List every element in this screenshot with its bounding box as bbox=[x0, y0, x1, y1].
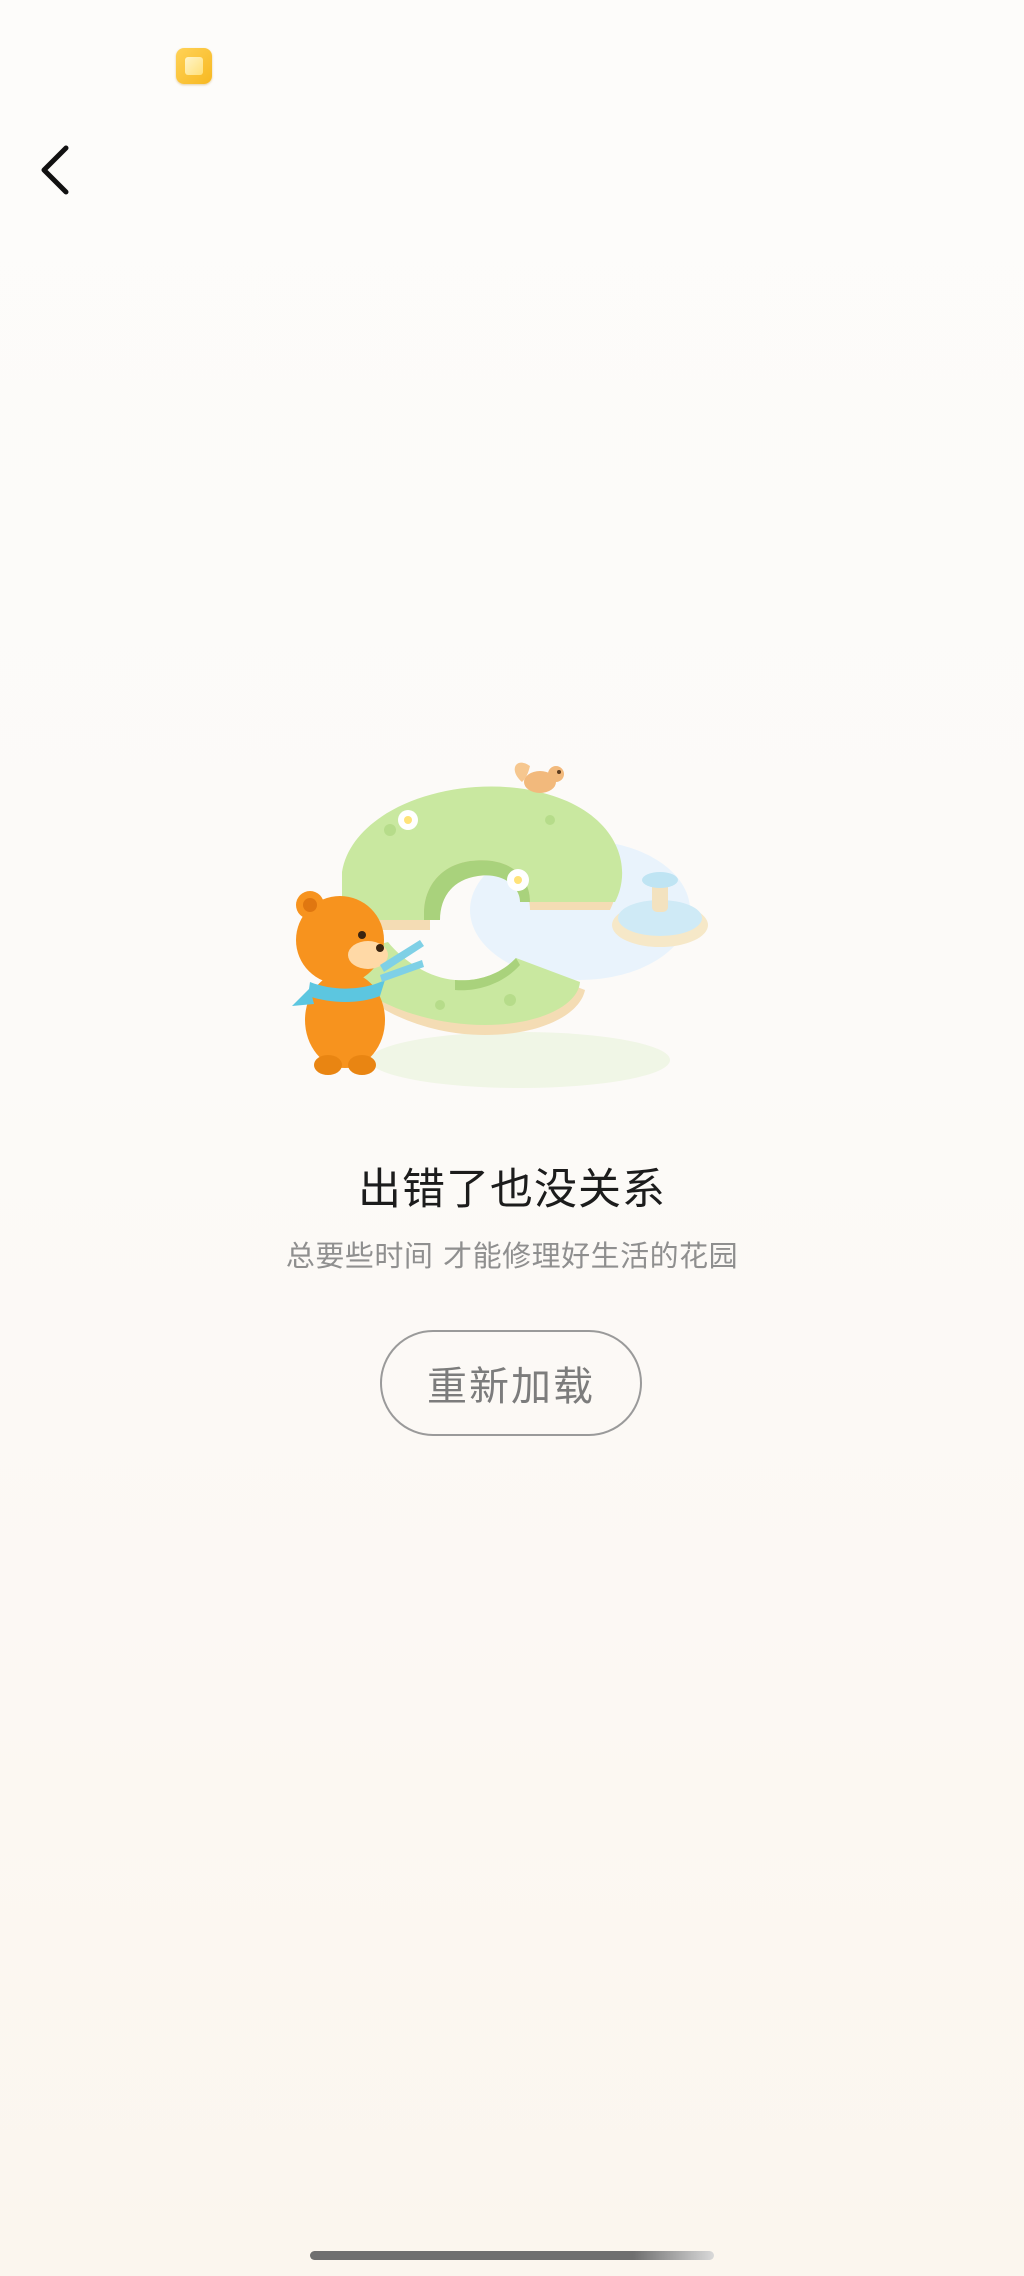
home-indicator[interactable] bbox=[310, 2251, 714, 2260]
nav-bar bbox=[0, 120, 1024, 220]
status-bar bbox=[0, 0, 1024, 110]
error-illustration bbox=[280, 760, 740, 1130]
back-button[interactable] bbox=[26, 140, 86, 200]
error-title: 出错了也没关系 bbox=[358, 1165, 666, 1215]
chevron-left-icon bbox=[41, 145, 69, 195]
app-badge-icon bbox=[176, 48, 212, 84]
error-subtitle: 总要些时间 才能修理好生活的花园 bbox=[285, 1239, 739, 1273]
reload-button[interactable]: 重新加载 bbox=[380, 1330, 642, 1436]
garden-repair-illustration-icon bbox=[292, 762, 708, 1088]
